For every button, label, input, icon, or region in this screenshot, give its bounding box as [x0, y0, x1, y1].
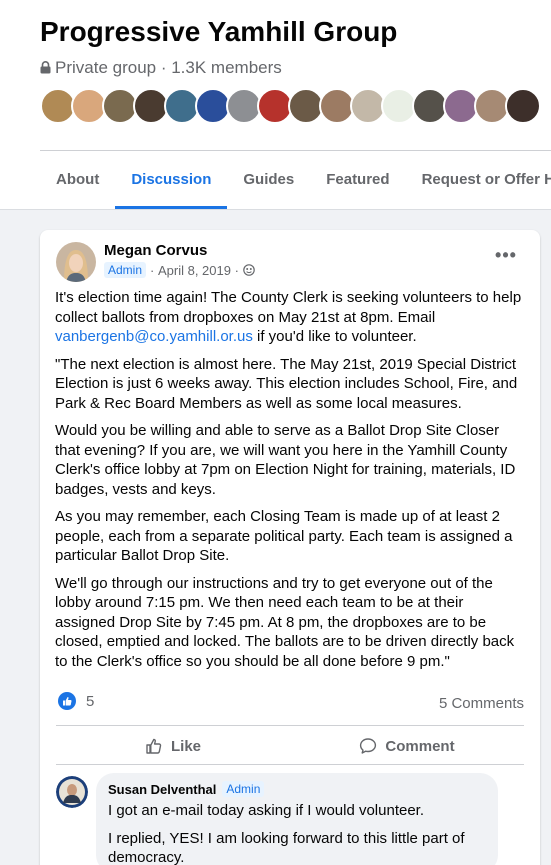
thumbs-up-icon	[146, 738, 162, 754]
like-reaction-icon	[58, 692, 76, 710]
tab-discussion[interactable]: Discussion	[115, 151, 228, 209]
post-actions: Like Comment	[56, 730, 524, 762]
avatar[interactable]	[505, 88, 541, 124]
post-meta: Admin · April 8, 2019 ·	[104, 262, 255, 278]
divider	[56, 764, 524, 765]
post-body: It's election time again! The County Cle…	[55, 288, 527, 679]
like-label: Like	[170, 737, 201, 755]
comment-count[interactable]: 5 Comments	[439, 695, 524, 712]
comment-button[interactable]: Comment	[290, 730, 524, 762]
comment-author-name[interactable]: Susan Delventhal	[108, 782, 216, 797]
reaction-count[interactable]: 5	[86, 693, 94, 710]
tab-guides[interactable]: Guides	[227, 151, 310, 209]
tab-request-or-offer-help[interactable]: Request or Offer Help	[406, 151, 551, 209]
post-card: Megan Corvus Admin · April 8, 2019 · •••…	[40, 230, 540, 865]
comment-label: Comment	[385, 737, 455, 755]
tab-about[interactable]: About	[40, 151, 115, 209]
post-paragraph: Would you be willing and able to serve a…	[55, 422, 516, 498]
author-photo	[56, 242, 96, 282]
meta-separator: ·	[150, 262, 158, 278]
post-paragraph: We'll go through our instructions and tr…	[55, 574, 515, 670]
post-paragraph: As you may remember, each Closing Team i…	[55, 508, 513, 564]
admin-badge: Admin	[222, 781, 265, 797]
post-author-name[interactable]: Megan Corvus	[104, 242, 207, 259]
group-meta-text[interactable]: Private group · 1.3K members	[55, 58, 282, 78]
avatar[interactable]	[56, 776, 88, 808]
comment-header: Susan Delventhal Admin	[108, 781, 486, 797]
like-button[interactable]: Like	[56, 730, 290, 762]
post-paragraph: "The next election is almost here. The M…	[55, 355, 518, 412]
comment-text: I got an e-mail today asking if I would …	[108, 802, 425, 819]
comment-text: I replied, YES! I am looking forward to …	[108, 829, 465, 865]
group-tabs: About Discussion Guides Featured Request…	[40, 151, 551, 209]
group-privacy-meta: Private group · 1.3K members	[40, 58, 282, 78]
tab-featured[interactable]: Featured	[310, 151, 405, 209]
commenter-photo	[56, 776, 88, 808]
group-title[interactable]: Progressive Yamhill Group	[40, 16, 397, 48]
lock-icon	[40, 60, 51, 73]
divider	[56, 725, 524, 726]
reaction-summary[interactable]: 5	[58, 692, 94, 710]
more-options-icon[interactable]: •••	[494, 246, 518, 268]
meta-separator: ·	[230, 262, 239, 278]
post-date[interactable]: April 8, 2019	[158, 263, 231, 278]
member-avatars[interactable]	[40, 88, 541, 124]
comment-bubble: Susan Delventhal Admin I got an e-mail t…	[96, 773, 498, 865]
avatar[interactable]	[56, 242, 96, 282]
admin-badge: Admin	[104, 262, 147, 278]
email-link[interactable]: vanbergenb@co.yamhill.or.us	[55, 328, 253, 345]
comment-icon	[360, 738, 377, 754]
group-header: Progressive Yamhill Group Private group …	[0, 0, 551, 210]
members-audience-icon[interactable]	[243, 264, 255, 276]
post-paragraph: It's election time again! The County Cle…	[55, 289, 522, 345]
